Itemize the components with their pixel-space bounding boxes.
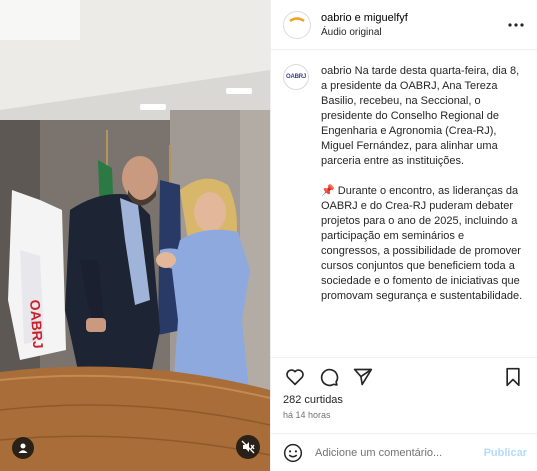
caption-paragraph-2: Durante o encontro, as lideranças da OAB…	[321, 185, 523, 302]
flag-text: OABRJ	[27, 299, 46, 349]
caption-paragraph-1: Na tarde desta quarta-feira, dia 8, a pr…	[321, 65, 520, 167]
emoji-icon[interactable]	[283, 443, 303, 463]
comment-input[interactable]	[315, 446, 484, 459]
pin-icon: 📌	[321, 185, 335, 197]
caption-row: OABRJ oabrio Na tarde desta quarta-feira…	[283, 64, 525, 304]
avatar-text: OABRJ	[285, 74, 306, 80]
post-time[interactable]: há 14 horas	[271, 406, 537, 420]
author-avatar[interactable]	[283, 10, 311, 39]
comment-icon[interactable]	[317, 365, 341, 389]
publish-button[interactable]: Publicar	[484, 447, 527, 459]
caption-text: oabrio Na tarde desta quarta-feira, dia …	[321, 64, 523, 304]
oabrj-logo-icon	[286, 13, 308, 36]
caption-avatar[interactable]: OABRJ	[283, 64, 309, 90]
audio-label[interactable]: Áudio original	[321, 27, 505, 38]
header-text: oabrio e miguelfyf Áudio original	[321, 12, 505, 38]
like-count[interactable]: 282 curtidas	[271, 394, 537, 406]
caption-section: OABRJ oabrio Na tarde desta quarta-feira…	[271, 50, 537, 358]
video-frame: OABRJ	[0, 0, 270, 471]
muted-speaker-icon[interactable]	[236, 435, 260, 459]
action-bar	[271, 358, 537, 396]
comment-bar: Publicar	[271, 433, 537, 471]
bookmark-icon[interactable]	[501, 365, 525, 389]
post-video[interactable]: OABRJ	[0, 0, 270, 471]
caption-username[interactable]: oabrio	[321, 65, 352, 77]
post-header: oabrio e miguelfyf Áudio original	[271, 0, 537, 50]
post-details-panel: oabrio e miguelfyf Áudio original OABRJ …	[270, 0, 537, 471]
author-line[interactable]: oabrio e miguelfyf	[321, 12, 505, 24]
more-horizontal-icon[interactable]	[505, 14, 527, 36]
share-icon[interactable]	[351, 365, 375, 389]
user-tag-icon[interactable]	[12, 437, 34, 459]
heart-icon[interactable]	[283, 365, 307, 389]
